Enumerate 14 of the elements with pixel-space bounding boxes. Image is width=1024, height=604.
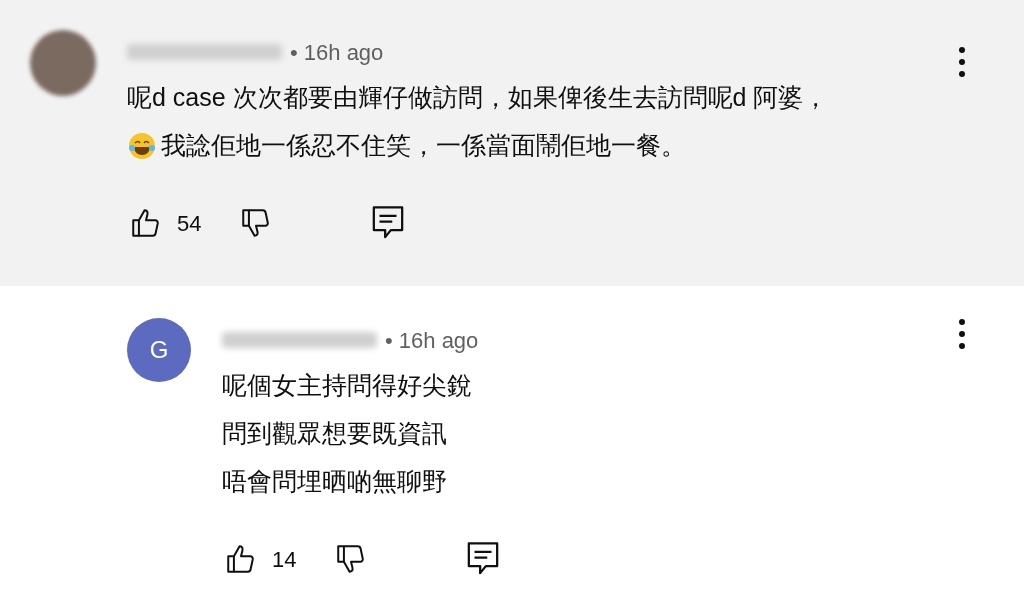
- comment-text: 問到觀眾想要既資訊: [222, 418, 447, 450]
- comment-text: 呢d case 次次都要由輝仔做訪問，如果俾後生去訪問呢d 阿婆，: [127, 82, 829, 114]
- comment-text: 呢個女主持問得好尖銳: [222, 370, 472, 402]
- more-options-icon[interactable]: [958, 46, 966, 78]
- avatar: G: [127, 318, 191, 382]
- comment-time: • 16h ago: [290, 38, 384, 67]
- laughing-face-icon: [127, 131, 157, 161]
- more-options-icon[interactable]: [958, 318, 966, 350]
- avatar: [30, 30, 96, 96]
- comment-text: 唔會問埋晒啲無聊野: [222, 466, 447, 498]
- like-count: 54: [177, 209, 203, 238]
- comment-text: 我諗佢地一係忍不住笑，一係當面鬧佢地一餐。: [161, 130, 686, 162]
- like-count: 14: [272, 545, 298, 574]
- comment-time: • 16h ago: [385, 326, 479, 355]
